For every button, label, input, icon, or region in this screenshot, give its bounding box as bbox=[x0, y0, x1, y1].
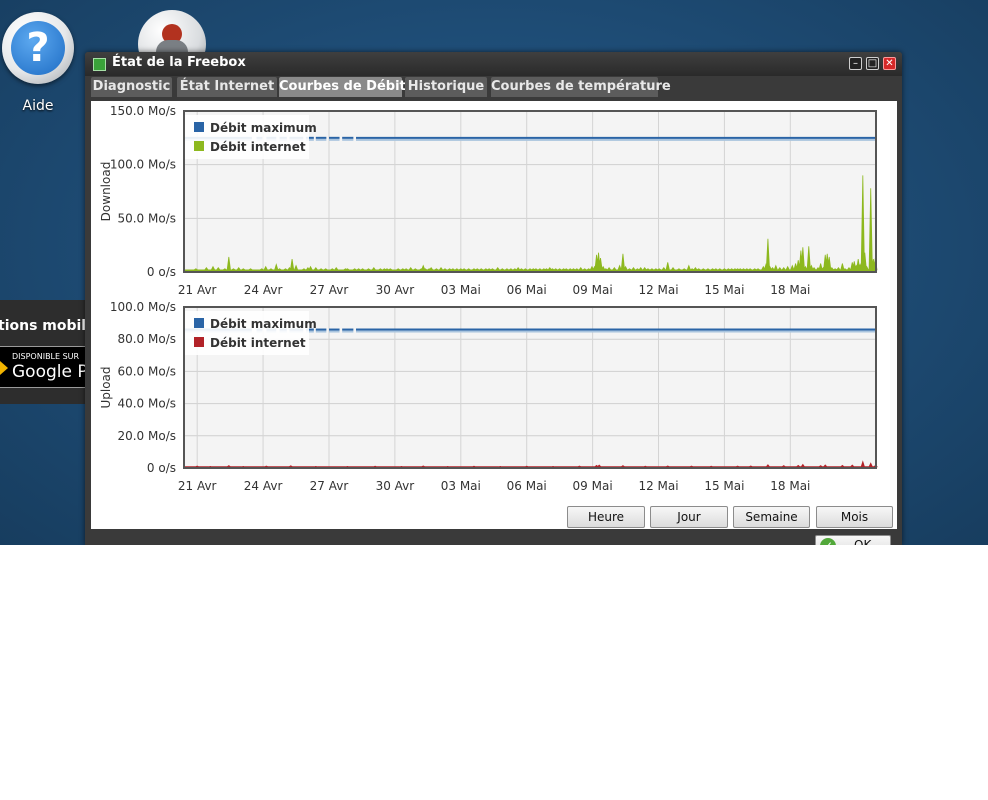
help-label: Aide bbox=[22, 98, 54, 114]
tab-historique[interactable]: Historique bbox=[405, 77, 487, 97]
download-x-tick-label: 12 Mai bbox=[638, 283, 678, 297]
desktop-background: ? Aide tions mobile DISPONIBLE SUR Googl… bbox=[0, 0, 988, 545]
upload-x-tick-label: 18 Mai bbox=[770, 479, 810, 493]
download-y-tick-label: 50.0 Mo/s bbox=[117, 211, 176, 225]
download-legend-internet-label: Débit internet bbox=[210, 140, 306, 154]
upload-y-tick-label: 60.0 Mo/s bbox=[117, 364, 176, 378]
upload-x-tick-label: 24 Avr bbox=[244, 479, 283, 493]
download-x-tick-label: 30 Avr bbox=[376, 283, 415, 297]
download-y-tick-label: 0 o/s bbox=[147, 265, 176, 279]
help-glyph: ? bbox=[11, 21, 65, 75]
window-title: État de la Freebox bbox=[112, 55, 246, 70]
download-x-tick-label: 24 Avr bbox=[244, 283, 283, 297]
google-play-badge[interactable]: DISPONIBLE SUR Google Pla bbox=[0, 346, 90, 388]
upload-y-tick-label: 40.0 Mo/s bbox=[117, 397, 176, 411]
upload-y-tick-label: 80.0 Mo/s bbox=[117, 332, 176, 346]
check-icon: ✓ bbox=[820, 538, 836, 545]
download-y-tick-label: 100.0 Mo/s bbox=[110, 158, 176, 172]
close-icon[interactable]: ✕ bbox=[883, 57, 896, 70]
upload-y-axis-label: Upload bbox=[99, 366, 113, 408]
ok-label: OK bbox=[854, 538, 872, 545]
tab-etat-internet[interactable]: État Internet bbox=[177, 77, 277, 97]
tab-courbes-de-debit[interactable]: Courbes de Débit bbox=[279, 77, 406, 97]
download-legend-max-label: Débit maximum bbox=[210, 121, 317, 135]
store-small-label: DISPONIBLE SUR bbox=[12, 352, 80, 361]
upload-x-tick-label: 12 Mai bbox=[638, 479, 678, 493]
ok-button[interactable]: ✓ OK bbox=[815, 535, 891, 545]
freebox-app-icon bbox=[93, 58, 106, 71]
play-store-icon bbox=[0, 361, 8, 375]
download-y-axis-label: Download bbox=[99, 162, 113, 222]
upload-y-tick-label: 20.0 Mo/s bbox=[117, 429, 176, 443]
window-titlebar[interactable]: État de la Freebox – □ ✕ bbox=[85, 52, 902, 76]
download-legend-internet-swatch bbox=[194, 141, 204, 151]
upload-x-tick-label: 03 Mai bbox=[441, 479, 481, 493]
minimize-icon[interactable]: – bbox=[849, 57, 862, 70]
upload-x-tick-label: 30 Avr bbox=[376, 479, 415, 493]
download-x-tick-label: 15 Mai bbox=[704, 283, 744, 297]
question-mark-icon: ? bbox=[2, 12, 74, 84]
upload-x-tick-label: 27 Avr bbox=[310, 479, 349, 493]
upload-y-tick-label: 0 o/s bbox=[147, 461, 176, 475]
range-semaine-button[interactable]: Semaine bbox=[733, 506, 810, 528]
range-jour-button[interactable]: Jour bbox=[650, 506, 728, 528]
upload-x-tick-label: 09 Mai bbox=[573, 479, 613, 493]
chart-panel: 0 o/s 50.0 Mo/s 100.0 Mo/s 150.0 Mo/s 21 Avr… bbox=[91, 101, 897, 529]
download-x-tick-label: 03 Mai bbox=[441, 283, 481, 297]
download-x-tick-label: 06 Mai bbox=[507, 283, 547, 297]
upload-x-tick-label: 06 Mai bbox=[507, 479, 547, 493]
tab-courbes-de-temperature[interactable]: Courbes de température bbox=[491, 77, 671, 97]
download-x-tick-label: 09 Mai bbox=[573, 283, 613, 297]
download-x-tick-label: 27 Avr bbox=[310, 283, 349, 297]
download-chart: 0 o/s 50.0 Mo/s 100.0 Mo/s 150.0 Mo/s 21 Avr… bbox=[99, 104, 878, 297]
download-y-tick-label: 150.0 Mo/s bbox=[110, 104, 176, 118]
upload-chart: 0 o/s 20.0 Mo/s 40.0 Mo/s 60.0 Mo/s 80.0 Mo/… bbox=[99, 300, 879, 493]
mobile-apps-title: tions mobile bbox=[0, 318, 90, 334]
upload-legend-internet-label: Débit internet bbox=[210, 336, 306, 350]
mobile-apps-panel: tions mobile DISPONIBLE SUR Google Pla bbox=[0, 300, 90, 404]
help-desktop-icon[interactable]: ? Aide bbox=[0, 12, 76, 114]
upload-legend-max-swatch bbox=[194, 318, 204, 328]
upload-legend-internet-swatch bbox=[194, 337, 204, 347]
maximize-icon[interactable]: □ bbox=[866, 57, 879, 70]
upload-x-tick-label: 21 Avr bbox=[178, 479, 217, 493]
tab-diagnostic[interactable]: Diagnostic bbox=[91, 77, 172, 97]
upload-legend-max-label: Débit maximum bbox=[210, 317, 317, 331]
freebox-status-window: État de la Freebox – □ ✕ Diagnostic État… bbox=[85, 52, 902, 545]
download-x-tick-label: 18 Mai bbox=[770, 283, 810, 297]
upload-x-tick-label: 15 Mai bbox=[704, 479, 744, 493]
download-x-tick-label: 21 Avr bbox=[178, 283, 217, 297]
range-heure-button[interactable]: Heure bbox=[567, 506, 645, 528]
store-name-label: Google Pla bbox=[12, 362, 90, 382]
download-legend-max-swatch bbox=[194, 122, 204, 132]
upload-y-tick-label: 100.0 Mo/s bbox=[110, 300, 176, 314]
range-mois-button[interactable]: Mois bbox=[816, 506, 893, 528]
